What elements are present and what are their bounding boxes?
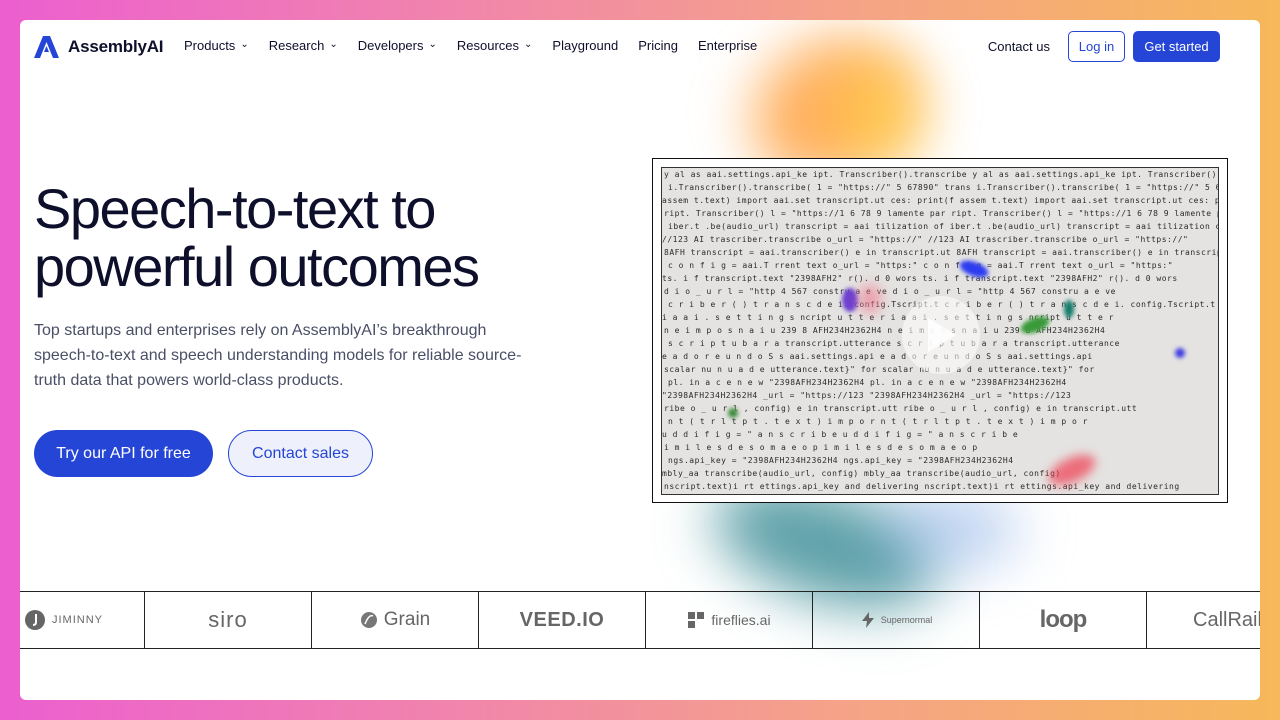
code-line: e a d o r e u n d o S s aai.settings.api… — [662, 352, 1093, 361]
menu-item-label: Playground — [552, 38, 619, 53]
code-line: i.Transcriber().transcribe( 1 = "https:/… — [668, 183, 1219, 192]
logo-fireflies: fireflies.ai — [646, 592, 813, 648]
decorative-yellow-gradient — [840, 60, 920, 170]
menu-item-products[interactable]: Products ⌄ — [184, 38, 249, 53]
code-line: c o n f i g = aai.T rrent text o_url = "… — [668, 261, 1174, 270]
code-line: n t ( t r l t p t . t e x t ) i m p o r … — [668, 417, 1088, 426]
hero-title-line-1: Speech-to-text to — [34, 177, 436, 240]
menu-item-research[interactable]: Research ⌄ — [269, 38, 338, 53]
jiminny-logo-icon — [25, 610, 45, 630]
logo-supernormal: Supernormal — [813, 592, 980, 648]
grain-logo-icon — [360, 612, 377, 628]
browser-window: AssemblyAI Products ⌄ Research ⌄ Develop… — [20, 20, 1260, 700]
logo-jiminny: JIMINNY — [20, 592, 145, 648]
nav-actions: Contact us Log in Get started — [988, 31, 1220, 62]
hero-title-line-2: powerful outcomes — [34, 235, 480, 298]
top-navigation: AssemblyAI Products ⌄ Research ⌄ Develop… — [20, 20, 1260, 74]
decorative-green-dot — [728, 408, 738, 418]
menu-item-label: Resources — [456, 38, 520, 53]
assemblyai-logo-icon — [34, 36, 59, 58]
video-canvas: y al as aai.settings.api_ke ipt. Transcr… — [661, 167, 1219, 495]
code-line: 8AFH transcript = aai.transcriber() e in… — [664, 248, 1219, 257]
menu-item-playground[interactable]: Playground — [552, 38, 618, 53]
brand-logo[interactable]: AssemblyAI — [34, 35, 164, 59]
logo-grain: Grain — [312, 592, 479, 648]
code-line: ript. Transcriber() l = "https://1 6 78 … — [664, 209, 1219, 218]
logo-veed: VEED.IO — [479, 592, 646, 648]
menu-item-label: Research — [268, 38, 325, 53]
contact-us-link[interactable]: Contact us — [988, 39, 1050, 54]
logo-text: JIMINNY — [52, 614, 103, 626]
code-line: scalar nu n u a d e utterance.text}" for… — [664, 365, 1095, 374]
code-line: nscript.text)i rt ettings.api_key and de… — [664, 482, 1180, 491]
menu-item-label: Developers — [357, 38, 424, 53]
decorative-indigo-spark — [1175, 348, 1185, 358]
code-line: mbly_aa transcribe(audio_url, config) mb… — [662, 469, 1061, 478]
code-line: ts. i f transcript.text "2398AFH2" r(). … — [662, 274, 1178, 283]
code-line: pl. in a c e n e w "2398AFH234H2362H4 pl… — [668, 378, 1067, 387]
chevron-down-icon: ⌄ — [240, 39, 249, 50]
logo-text: fireflies.ai — [711, 612, 771, 628]
main-menu: Products ⌄ Research ⌄ Developers ⌄ Resou… — [184, 38, 777, 53]
hero-subtitle: Top startups and enterprises rely on Ass… — [34, 322, 522, 389]
code-line: assem t.text) import aai.set transcript.… — [662, 196, 1219, 205]
code-line: //123 AI trascriber.transcribe o_url = "… — [662, 235, 1189, 244]
decorative-red-spark — [858, 284, 882, 314]
hero-video[interactable]: y al as aai.settings.api_ke ipt. Transcr… — [652, 158, 1228, 503]
chevron-down-icon: ⌄ — [524, 39, 533, 50]
logo-text: siro — [208, 607, 248, 632]
logo-text: Grain — [383, 609, 431, 630]
logo-callrail: CallRail — [1147, 592, 1260, 648]
menu-item-label: Products — [184, 38, 236, 53]
brand-name: AssemblyAI — [68, 37, 164, 56]
play-icon — [928, 318, 956, 352]
contact-sales-button[interactable]: Contact sales — [228, 430, 373, 477]
customer-logos-strip: JIMINNY siro Grain VEED.IO fireflies.ai — [20, 591, 1260, 649]
code-line: y al as aai.settings.api_ke ipt. Transcr… — [664, 170, 1219, 179]
logo-text: VEED.IO — [519, 608, 605, 631]
code-line: i m i l e s d e s o m a e o p i m i l e … — [664, 443, 978, 452]
logo-text: Supernormal — [880, 615, 933, 625]
play-button[interactable] — [902, 296, 980, 374]
supernormal-logo-icon — [861, 612, 874, 628]
menu-item-enterprise[interactable]: Enterprise — [698, 38, 757, 53]
fireflies-logo-icon — [688, 612, 705, 628]
logo-text: loop — [1039, 606, 1088, 633]
decorative-teal-spark — [1064, 300, 1074, 318]
code-line: "2398AFH234H2362H4 _url = "https://123 "… — [662, 391, 1072, 400]
menu-item-developers[interactable]: Developers ⌄ — [358, 38, 437, 53]
logo-text: CallRail — [1193, 608, 1260, 631]
code-line: d i o _ u r l = "http 4 567 constru a e … — [664, 287, 1116, 296]
code-line: u d d i f i g = " a n s c r i b e u d d … — [662, 430, 1019, 439]
logo-siro: siro — [145, 592, 312, 648]
logo-loop: loop — [980, 592, 1147, 648]
hero-title: Speech-to-text to powerful outcomes — [34, 180, 594, 296]
code-line: iber.t .be(audio_url) transcript = aai t… — [668, 222, 1219, 231]
code-line: ngs.api_key = "2398AFH234H2362H4 ngs.api… — [668, 456, 1014, 465]
menu-item-resources[interactable]: Resources ⌄ — [457, 38, 533, 53]
chevron-down-icon: ⌄ — [329, 39, 338, 50]
get-started-button[interactable]: Get started — [1133, 31, 1220, 62]
login-button[interactable]: Log in — [1068, 31, 1125, 62]
chevron-down-icon: ⌄ — [428, 39, 437, 50]
menu-item-label: Pricing — [638, 38, 678, 53]
menu-item-pricing[interactable]: Pricing — [638, 38, 678, 53]
menu-item-label: Enterprise — [697, 38, 758, 53]
try-api-button[interactable]: Try our API for free — [34, 430, 213, 477]
code-line: s c r i p t u b a r a transcript.utteran… — [668, 339, 1120, 348]
decorative-purple-spark — [842, 288, 858, 312]
